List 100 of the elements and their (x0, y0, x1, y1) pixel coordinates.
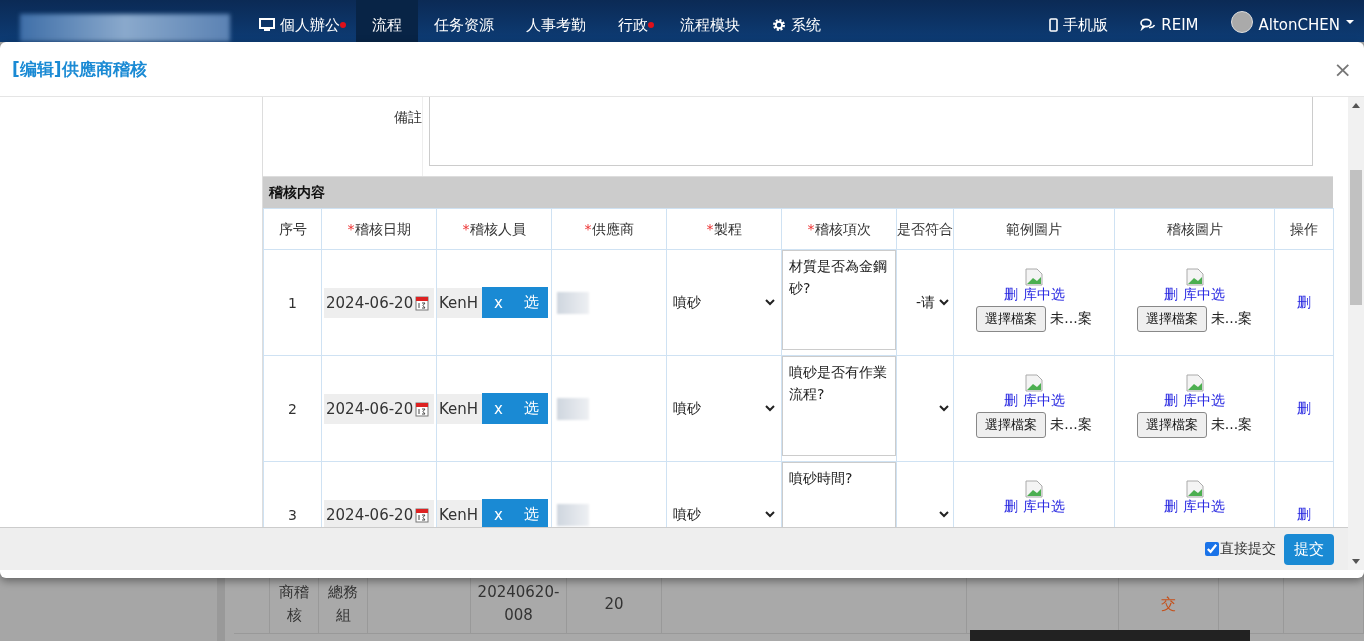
audit-item-field[interactable]: 噴砂時間? (782, 462, 896, 527)
chevron-icon (765, 405, 775, 412)
nav-link[interactable]: REIM (1124, 0, 1215, 42)
broken-image-icon (1185, 480, 1204, 498)
column-header: 稽核圖片 (1114, 208, 1275, 250)
select-button[interactable]: 选 (515, 287, 548, 318)
date-field[interactable]: 2024-06-20 (324, 499, 434, 527)
table-cell-text: 交 (1161, 593, 1176, 615)
dialog-title: [编辑]供應商稽核 (12, 57, 148, 81)
blurred-text (557, 503, 589, 526)
library-select-link[interactable]: 库中选 (1022, 498, 1065, 516)
table-cell-text: 總務組 (327, 582, 359, 626)
delete-link[interactable]: 删 (1003, 286, 1018, 304)
chevron-icon (765, 511, 775, 518)
monitor-icon (259, 18, 275, 32)
broken-image-icon (1025, 268, 1043, 286)
column-header: *供應商 (551, 208, 667, 250)
nav-tab[interactable]: 流程 (356, 0, 418, 42)
choose-file-button[interactable]: 選擇檔案 (1136, 412, 1207, 438)
person-field[interactable]: KenH (437, 287, 482, 318)
scroll-up-icon[interactable] (1352, 103, 1360, 108)
close-button[interactable]: × (1333, 56, 1352, 82)
library-select-link[interactable]: 库中选 (1183, 286, 1225, 304)
nav-tab[interactable]: 人事考勤 (510, 0, 602, 42)
column-header: 是否符合 (896, 208, 954, 250)
avatar (1230, 11, 1253, 33)
nav-tab[interactable]: 任务资源 (418, 0, 510, 42)
clear-button[interactable]: x (482, 499, 515, 527)
broken-image-icon (1025, 480, 1043, 498)
submit-button[interactable]: 提交 (1284, 533, 1334, 565)
row-number: 2 (288, 400, 297, 417)
date-field[interactable]: 2024-06-20 (324, 287, 434, 318)
delete-link[interactable]: 删 (1297, 293, 1311, 310)
row-number: 1 (288, 294, 297, 311)
delete-link[interactable]: 删 (1003, 498, 1018, 516)
scrollbar[interactable] (1348, 97, 1364, 570)
blurred-text (557, 397, 589, 420)
scroll-down-icon[interactable] (1352, 559, 1360, 564)
table-cell-text: 20240620-008 (476, 582, 561, 626)
column-header: 範例圖片 (953, 208, 1115, 250)
chat-icon (1140, 18, 1157, 31)
file-status: 未...案 (1050, 310, 1092, 328)
delete-link[interactable]: 删 (1164, 498, 1178, 516)
broken-image-icon (1185, 374, 1204, 392)
scrollbar-thumb[interactable] (1350, 170, 1362, 305)
column-header: *稽核人員 (436, 208, 552, 250)
choose-file-button[interactable]: 選擇檔案 (976, 412, 1047, 438)
nav-tab[interactable]: 流程模块 (664, 0, 756, 42)
section-title: 稽核内容 (263, 177, 1333, 208)
clear-button[interactable]: x (482, 287, 515, 318)
chevron-icon (939, 511, 949, 518)
library-select-link[interactable]: 库中选 (1183, 498, 1225, 516)
library-select-link[interactable]: 库中选 (1022, 286, 1065, 304)
nav-link[interactable]: 手机版 (1033, 0, 1125, 42)
blurred-text (557, 291, 589, 314)
calendar-icon (415, 506, 430, 523)
file-status: 未...案 (1210, 310, 1253, 328)
date-field[interactable]: 2024-06-20 (324, 393, 434, 424)
nav-tab[interactable]: 個人辦公 (243, 0, 356, 42)
select-button[interactable]: 选 (515, 393, 548, 424)
delete-link[interactable]: 删 (1164, 286, 1178, 304)
person-field[interactable]: KenH (437, 499, 482, 527)
audit-item-field[interactable]: 噴砂是否有作業流程? (782, 356, 896, 456)
person-field[interactable]: KenH (437, 393, 482, 424)
select-button[interactable]: 选 (515, 499, 548, 527)
file-status: 未...案 (1210, 416, 1253, 434)
nav-tab[interactable]: 系统 (756, 0, 837, 42)
choose-file-button[interactable]: 選擇檔案 (976, 306, 1047, 332)
field-label: 備註 (394, 109, 422, 125)
caret-icon (1346, 20, 1354, 24)
user-menu[interactable]: AltonCHEN (1258, 16, 1340, 34)
remarks-field[interactable] (429, 97, 1313, 166)
column-header: *製程 (666, 208, 782, 250)
delete-link[interactable]: 删 (1297, 399, 1311, 416)
delete-link[interactable]: 删 (1164, 392, 1178, 410)
delete-link[interactable]: 删 (1297, 505, 1311, 522)
choose-file-button[interactable]: 選擇檔案 (1136, 306, 1207, 332)
table-cell-text: 商稽核 (278, 582, 310, 626)
direct-submit-checkbox[interactable] (1205, 542, 1219, 556)
delete-link[interactable]: 删 (1003, 392, 1018, 410)
column-header: *稽核項次 (781, 208, 897, 250)
row-number: 3 (288, 506, 297, 523)
table-cell-text: 20 (604, 593, 624, 615)
nav-tab[interactable]: 行政 (602, 0, 664, 42)
column-header: *稽核日期 (321, 208, 437, 250)
clear-button[interactable]: x (482, 393, 515, 424)
file-status: 未...案 (1050, 416, 1092, 434)
chevron-icon (939, 299, 949, 306)
column-header: 操作 (1274, 208, 1334, 250)
calendar-icon (415, 294, 430, 311)
broken-image-icon (1025, 374, 1043, 392)
library-select-link[interactable]: 库中选 (1022, 392, 1065, 410)
column-header: 序号 (263, 208, 322, 250)
phone-icon (1049, 18, 1059, 32)
calendar-icon (415, 400, 430, 417)
audit-item-field[interactable]: 材質是否為金鋼砂? (782, 250, 896, 350)
checkbox-label: 直接提交 (1220, 540, 1276, 558)
library-select-link[interactable]: 库中选 (1183, 392, 1225, 410)
settings-icon (772, 18, 786, 32)
chevron-icon (765, 299, 775, 306)
